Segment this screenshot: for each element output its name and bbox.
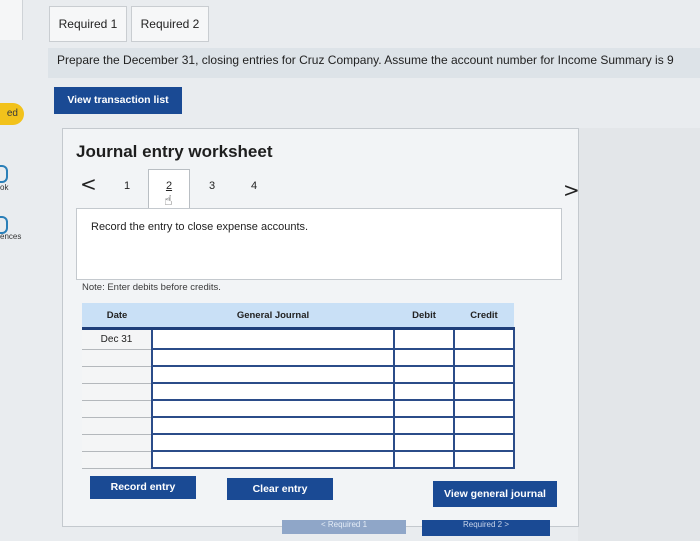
table-row — [82, 366, 515, 384]
table-row: Dec 31 — [82, 328, 515, 350]
sidebar-item-ebook-label[interactable]: ok — [0, 183, 8, 192]
account-cell[interactable] — [151, 434, 394, 452]
credit-cell[interactable] — [453, 417, 515, 435]
table-row — [82, 417, 515, 435]
account-cell[interactable] — [151, 328, 394, 350]
table-row — [82, 400, 515, 418]
date-cell[interactable] — [82, 400, 152, 418]
view-general-journal-button[interactable]: View general journal — [433, 481, 557, 507]
credit-cell[interactable] — [453, 451, 515, 469]
credit-cell[interactable] — [453, 434, 515, 452]
step-3[interactable]: 3 — [209, 180, 215, 192]
account-cell[interactable] — [151, 451, 394, 469]
table-row — [82, 451, 515, 469]
account-cell[interactable] — [151, 366, 394, 384]
table-row — [82, 434, 515, 452]
hand-cursor-icon: ☝ — [164, 192, 173, 208]
debit-cell[interactable] — [393, 383, 454, 401]
date-cell[interactable] — [82, 417, 152, 435]
view-transaction-list-button[interactable]: View transaction list — [54, 87, 182, 114]
date-column-header: Date — [82, 303, 152, 330]
general-journal-table: Date General Journal Debit Credit Dec 31 — [82, 303, 515, 469]
account-cell[interactable] — [151, 383, 394, 401]
debit-cell[interactable] — [393, 400, 454, 418]
step-1[interactable]: 1 — [124, 180, 130, 192]
date-cell[interactable] — [82, 434, 152, 452]
debit-column-header: Debit — [394, 303, 454, 330]
book-icon — [0, 165, 8, 183]
credit-cell[interactable] — [453, 349, 515, 367]
date-cell[interactable] — [82, 349, 152, 367]
sidebar-status-badge: ed — [0, 103, 24, 125]
note-text: Note: Enter debits before credits. — [82, 282, 221, 293]
worksheet-title: Journal entry worksheet — [76, 142, 273, 161]
next-step-arrow[interactable]: > — [563, 178, 580, 202]
instructions-text: Prepare the December 31, closing entries… — [48, 48, 700, 78]
debit-cell[interactable] — [393, 349, 454, 367]
sidebar-item-references-label[interactable]: ences — [0, 232, 21, 241]
footer-next-required-button[interactable]: Required 2 > — [422, 520, 550, 536]
date-cell[interactable]: Dec 31 — [82, 328, 152, 350]
date-cell[interactable] — [82, 451, 152, 469]
table-header-row: Date General Journal Debit Credit — [82, 303, 514, 330]
date-cell[interactable] — [82, 383, 152, 401]
account-cell[interactable] — [151, 417, 394, 435]
table-row — [82, 383, 515, 401]
table-row — [82, 349, 515, 367]
debit-cell[interactable] — [393, 328, 454, 350]
page-background-right — [578, 128, 700, 541]
date-cell[interactable] — [82, 366, 152, 384]
credit-column-header: Credit — [454, 303, 514, 330]
tab-required-2[interactable]: Required 2 — [131, 6, 209, 42]
credit-cell[interactable] — [453, 400, 515, 418]
step-description-box: Record the entry to close expense accoun… — [76, 208, 562, 280]
record-entry-button[interactable]: Record entry — [90, 476, 196, 499]
account-cell[interactable] — [151, 400, 394, 418]
credit-cell[interactable] — [453, 366, 515, 384]
footer-prev-required-button[interactable]: < Required 1 — [282, 520, 406, 534]
account-cell[interactable] — [151, 349, 394, 367]
step-2-label: 2 — [165, 180, 173, 192]
debit-cell[interactable] — [393, 366, 454, 384]
clear-entry-button[interactable]: Clear entry — [227, 478, 333, 500]
sidebar-top-item — [0, 0, 23, 40]
step-4[interactable]: 4 — [251, 180, 257, 192]
general-journal-column-header: General Journal — [152, 303, 394, 330]
debit-cell[interactable] — [393, 451, 454, 469]
debit-cell[interactable] — [393, 417, 454, 435]
debit-cell[interactable] — [393, 434, 454, 452]
credit-cell[interactable] — [453, 383, 515, 401]
tab-required-1[interactable]: Required 1 — [49, 6, 127, 42]
previous-step-arrow[interactable]: < — [80, 172, 97, 196]
credit-cell[interactable] — [453, 328, 515, 350]
step-description: Record the entry to close expense accoun… — [91, 221, 309, 233]
